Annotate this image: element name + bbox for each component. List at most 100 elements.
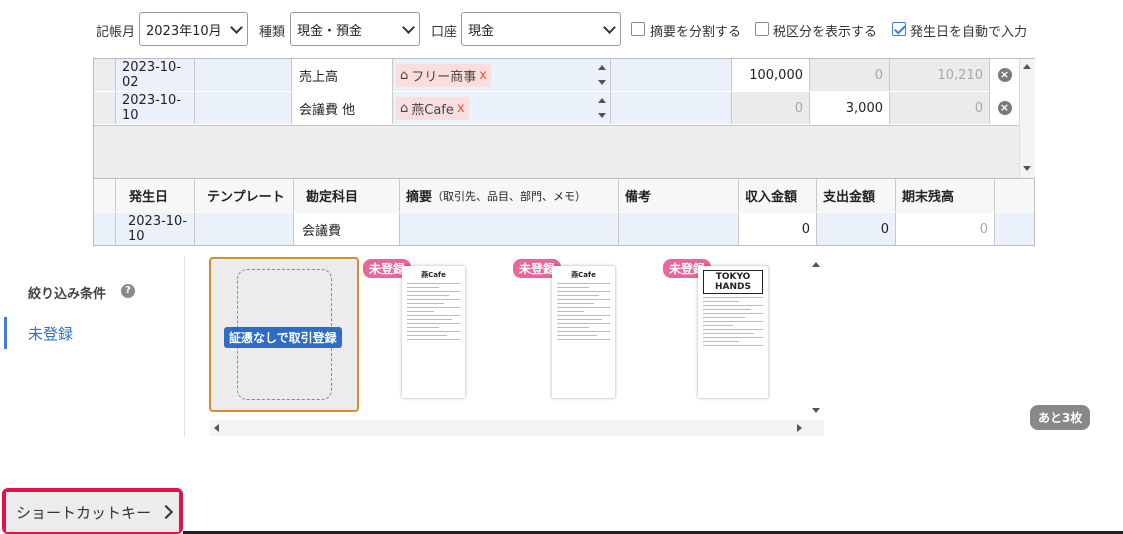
row-template[interactable] (195, 92, 292, 124)
header-template: テンプレート (195, 179, 294, 212)
split-summary-checkbox[interactable] (631, 22, 645, 36)
row-balance: 0 (890, 92, 990, 124)
type-label: 種類 (259, 25, 286, 40)
shortcut-label: ショートカットキー (16, 503, 152, 522)
partner-tag[interactable]: ⌂ 燕Cafe x (396, 96, 469, 120)
input-account[interactable]: 会議費 (294, 213, 400, 245)
tag-remove-icon[interactable]: x (457, 101, 465, 116)
row-expense[interactable]: 0 (810, 59, 890, 91)
scroll-up-icon[interactable] (1023, 64, 1031, 69)
scroll-down-icon[interactable] (598, 113, 606, 118)
row-balance: 10,210 (890, 59, 990, 91)
receipt-thumbnail[interactable]: 燕Cafe (552, 266, 615, 398)
row-delete[interactable]: × (990, 92, 1019, 124)
row-income[interactable]: 0 (732, 92, 810, 124)
delete-icon[interactable]: × (997, 101, 1012, 115)
split-summary-label: 摘要を分割する (650, 25, 742, 40)
row-template[interactable] (195, 59, 292, 91)
chevron-down-icon (230, 20, 243, 34)
delete-icon[interactable]: × (997, 68, 1012, 82)
input-summary[interactable] (400, 213, 619, 245)
header-balance: 期末残高 (896, 179, 995, 212)
table-row[interactable]: 2023-10-02 売上高 ⌂ フリー商事 x 100,000 0 10,210 … (94, 59, 1019, 93)
row-account[interactable]: 売上高 (292, 59, 393, 91)
row-date[interactable]: 2023-10-02 (116, 59, 195, 91)
header-account: 勘定科目 (294, 179, 400, 212)
shortcut-button[interactable]: ショートカットキー (6, 492, 179, 532)
scroll-down-icon[interactable] (1023, 166, 1031, 171)
month-label: 記帳月 (96, 25, 136, 40)
entry-form: 発生日 テンプレート 勘定科目 摘要 （取引先、品目、部門、メモ） 備考 収入金額… (93, 179, 1035, 246)
month-value: 2023年10月 (146, 23, 222, 39)
help-icon[interactable]: ? (121, 284, 135, 298)
header-expense: 支出金額 (817, 179, 896, 212)
scroll-up-icon[interactable] (598, 98, 606, 103)
input-memo[interactable] (619, 213, 739, 245)
header-income: 収入金額 (739, 179, 817, 212)
row-handle[interactable] (94, 92, 116, 124)
filter-title: 絞り込み条件 (28, 287, 107, 302)
scroll-up-icon[interactable] (598, 65, 606, 70)
home-icon: ⌂ (400, 67, 409, 83)
row-memo[interactable] (611, 92, 732, 124)
table-scrollbar[interactable] (1019, 59, 1035, 178)
scroll-up-icon[interactable] (812, 262, 820, 267)
sidebar-divider (184, 256, 185, 436)
scroll-down-icon[interactable] (812, 408, 820, 413)
input-template[interactable] (195, 213, 294, 245)
receipt-store: 燕Cafe (421, 271, 446, 279)
home-icon: ⌂ (400, 100, 409, 116)
header-summary-hint: （取引先、品目、部門、メモ） (432, 189, 587, 203)
account-value: 現金 (468, 23, 495, 39)
row-account[interactable]: 会議費 他 (292, 92, 393, 124)
account-select[interactable]: 現金 (461, 12, 621, 46)
sidebar-item-unregistered[interactable]: 未登録 (28, 323, 73, 344)
show-tax-label: 税区分を表示する (773, 25, 878, 40)
scroll-down-icon[interactable] (598, 80, 606, 85)
receipt-thumbnail[interactable]: 燕Cafe (402, 266, 465, 398)
row-date[interactable]: 2023-10-10 (116, 92, 195, 124)
tag-remove-icon[interactable]: x (479, 68, 487, 83)
show-tax-checkbox[interactable] (755, 22, 769, 36)
input-expense[interactable]: 0 (817, 213, 896, 245)
receipts-hscrollbar[interactable] (209, 420, 824, 436)
row-summary[interactable]: ⌂ 燕Cafe x (393, 92, 611, 124)
type-select[interactable]: 現金・預金 (290, 12, 420, 46)
input-balance: 0 (896, 213, 995, 245)
scroll-left-icon[interactable] (214, 424, 219, 432)
partner-tag[interactable]: ⌂ フリー商事 x (396, 63, 491, 87)
no-receipt-button[interactable]: 証憑なしで取引登録 (224, 327, 342, 348)
receipt-thumbnail[interactable]: TOKYO HANDS (698, 266, 768, 398)
header-handle (94, 179, 116, 212)
active-indicator (4, 317, 7, 349)
remaining-count-badge[interactable]: あと3枚 (1030, 405, 1091, 430)
input-handle (94, 213, 116, 245)
scroll-right-icon[interactable] (797, 424, 802, 432)
header-summary: 摘要 （取引先、品目、部門、メモ） (400, 179, 619, 212)
auto-date-label: 発生日を自動で入力 (910, 25, 1028, 40)
chevron-right-icon (158, 504, 174, 520)
month-select[interactable]: 2023年10月 (139, 12, 248, 46)
input-income[interactable]: 0 (739, 213, 817, 245)
header-memo: 備考 (619, 179, 739, 212)
row-handle[interactable] (94, 59, 116, 91)
auto-date-checkbox[interactable] (892, 22, 906, 36)
input-date[interactable]: 2023-10-10 (116, 213, 195, 245)
partner-tag-label: 燕Cafe (411, 102, 454, 118)
row-summary[interactable]: ⌂ フリー商事 x (393, 59, 611, 91)
header-date: 発生日 (116, 179, 195, 212)
type-value: 現金・預金 (297, 23, 363, 39)
row-expense[interactable]: 3,000 (810, 92, 890, 124)
account-label: 口座 (431, 25, 458, 40)
row-income[interactable]: 100,000 (732, 59, 810, 91)
header-summary-label: 摘要 (406, 190, 433, 205)
table-row[interactable]: 2023-10-10 会議費 他 ⌂ 燕Cafe x 0 3,000 0 × (94, 92, 1019, 126)
chevron-down-icon (603, 20, 616, 34)
no-receipt-card[interactable]: 証憑なしで取引登録 (209, 257, 359, 412)
row-delete[interactable]: × (990, 59, 1019, 91)
partner-tag-label: フリー商事 (411, 69, 477, 85)
row-memo[interactable] (611, 59, 732, 91)
receipt-store: 燕Cafe (571, 271, 596, 279)
chevron-down-icon (402, 20, 415, 34)
receipt-store: TOKYO HANDS (703, 270, 763, 294)
